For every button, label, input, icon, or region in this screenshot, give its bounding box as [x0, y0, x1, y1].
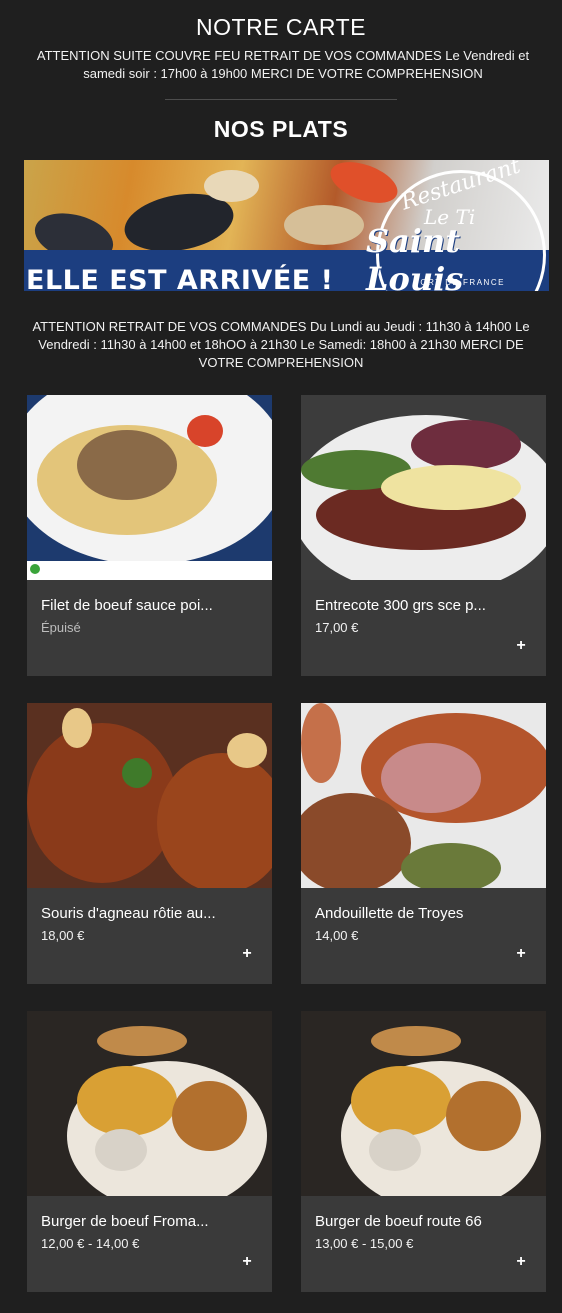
dish-name: Andouillette de Troyes — [315, 905, 464, 922]
banner-slogan: ELLE EST ARRIVÉE ! — [26, 265, 334, 291]
dish-name: Entrecote 300 grs sce p... — [315, 597, 486, 614]
logo-location-text: FORT DE FRANCE — [414, 278, 505, 287]
dish-price: Épuisé — [41, 620, 81, 635]
promo-banner[interactable]: ELLE EST ARRIVÉE ! Restaurant Le Ti Sain… — [24, 160, 549, 291]
dish-photo — [27, 395, 272, 580]
dish-name: Burger de boeuf Froma... — [41, 1213, 209, 1230]
dish-name: Filet de boeuf sauce poi... — [41, 597, 213, 614]
clam-shape — [284, 205, 364, 245]
dish-price: 17,00 € — [315, 620, 359, 635]
divider — [165, 99, 397, 100]
dish-card[interactable]: Filet de boeuf sauce poi... Épuisé — [27, 395, 272, 676]
plus-icon[interactable]: + — [514, 1254, 528, 1270]
dish-card[interactable]: Burger de boeuf Froma... 12,00 € - 14,00… — [27, 1011, 272, 1292]
dish-name: Souris d'agneau rôtie au... — [41, 905, 216, 922]
section-title: NOS PLATS — [213, 116, 349, 142]
curfew-notice: ATTENTION SUITE COUVRE FEU RETRAIT DE VO… — [36, 48, 530, 81]
dish-card[interactable]: Souris d'agneau rôtie au... 18,00 € + — [27, 703, 272, 984]
dish-card[interactable]: Burger de boeuf route 66 13,00 € - 15,00… — [301, 1011, 546, 1292]
dish-photo — [301, 395, 546, 580]
clam-shape — [204, 170, 259, 202]
dish-photo — [301, 703, 546, 888]
dish-name: Burger de boeuf route 66 — [315, 1213, 482, 1230]
dish-photo — [27, 1011, 272, 1196]
dish-photo — [301, 1011, 546, 1196]
dish-price: 14,00 € — [315, 928, 359, 943]
pickup-hours-notice: ATTENTION RETRAIT DE VOS COMMANDES Du Lu… — [32, 319, 530, 370]
plus-icon[interactable]: + — [514, 638, 528, 654]
dish-card[interactable]: Entrecote 300 grs sce p... 17,00 € + — [301, 395, 546, 676]
shrimp-shape — [325, 160, 403, 211]
dish-price: 13,00 € - 15,00 € — [315, 1236, 414, 1251]
plus-icon[interactable]: + — [240, 946, 254, 962]
plus-icon[interactable]: + — [514, 946, 528, 962]
dish-price: 12,00 € - 14,00 € — [41, 1236, 140, 1251]
dish-price: 18,00 € — [41, 928, 85, 943]
dish-card[interactable]: Andouillette de Troyes 14,00 € + — [301, 703, 546, 984]
page-title: NOTRE CARTE — [196, 14, 366, 40]
plus-icon[interactable]: + — [240, 1254, 254, 1270]
dish-photo — [27, 703, 272, 888]
